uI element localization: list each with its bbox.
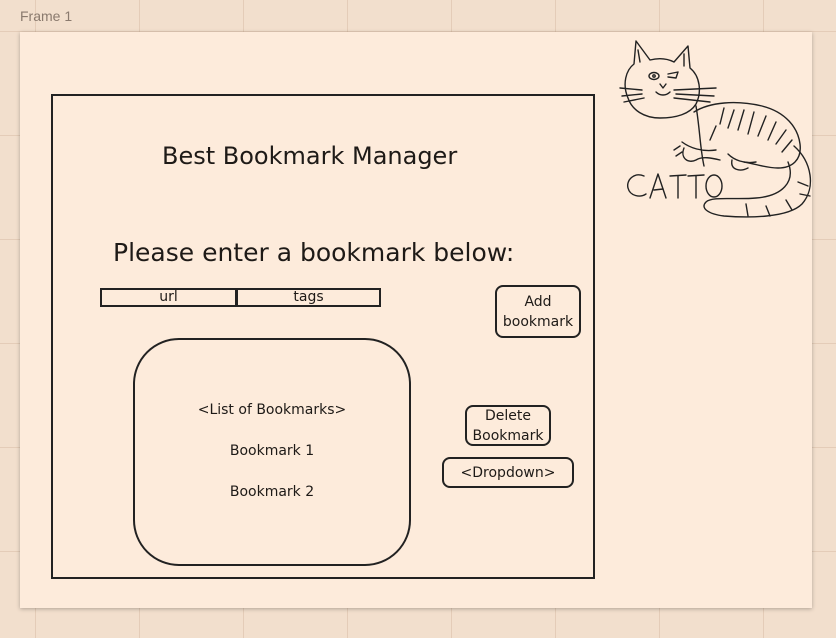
list-item[interactable]: Bookmark 2 <box>135 484 409 500</box>
instruction-text: Please enter a bookmark below: <box>113 238 515 267</box>
add-bookmark-button[interactable]: Add bookmark <box>495 285 581 338</box>
bookmark-list: <List of Bookmarks> Bookmark 1 Bookmark … <box>133 338 411 566</box>
dropdown-label: <Dropdown> <box>460 464 556 481</box>
cat-doodle <box>619 40 812 218</box>
page-title: Best Bookmark Manager <box>162 142 458 170</box>
delete-bookmark-label: Delete Bookmark <box>472 407 544 444</box>
list-item[interactable]: Bookmark 1 <box>135 443 409 459</box>
delete-bookmark-button[interactable]: Delete Bookmark <box>465 405 551 446</box>
bookmark-list-header: <List of Bookmarks> <box>197 402 347 418</box>
dropdown-select[interactable]: <Dropdown> <box>442 457 574 488</box>
tags-field[interactable]: tags <box>236 288 381 307</box>
frame-canvas: Best Bookmark Manager Please enter a boo… <box>20 32 812 608</box>
url-field[interactable]: url <box>100 288 237 307</box>
frame-label: Frame 1 <box>20 8 73 24</box>
add-bookmark-label: Add bookmark <box>502 293 574 330</box>
